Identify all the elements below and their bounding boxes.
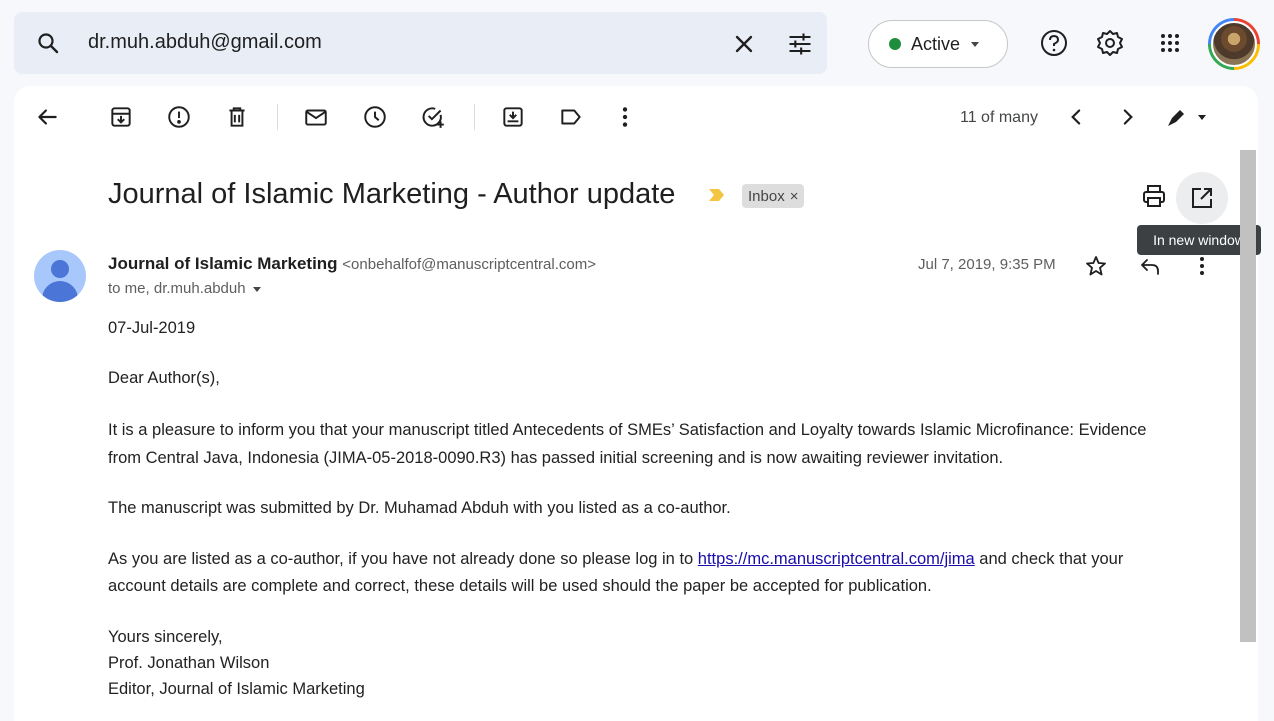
body-closing: Yours sincerely, bbox=[108, 628, 223, 646]
pager-count: 11 of many bbox=[960, 109, 1038, 126]
sender-avatar bbox=[34, 250, 86, 302]
more-vert-icon[interactable] bbox=[1190, 254, 1214, 278]
body-greeting: Dear Author(s), bbox=[108, 369, 220, 387]
move-to-icon[interactable] bbox=[500, 104, 526, 130]
scrollbar-thumb[interactable] bbox=[1240, 150, 1256, 642]
reply-icon[interactable] bbox=[1138, 254, 1162, 278]
body-signer-name: Prof. Jonathan Wilson bbox=[108, 654, 270, 672]
person-body bbox=[42, 281, 78, 302]
toolbar-divider bbox=[277, 104, 278, 130]
message-date: Jul 7, 2019, 9:35 PM bbox=[918, 256, 1056, 273]
more-vert-icon[interactable] bbox=[612, 104, 638, 130]
body-paragraph-3-line-1: As you are listed as a co-author, if you… bbox=[108, 545, 1228, 573]
person-head bbox=[51, 260, 69, 278]
apps-icon[interactable] bbox=[1155, 28, 1185, 58]
body-text-segment: As you are listed as a co-author, if you… bbox=[108, 550, 698, 568]
body-paragraph-1-line-1: It is a pleasure to inform you that your… bbox=[108, 421, 1147, 439]
recipients-text: to me, dr.muh.abduh bbox=[108, 280, 246, 297]
toolbar-divider bbox=[474, 104, 475, 130]
report-spam-icon[interactable] bbox=[166, 104, 192, 130]
archive-icon[interactable] bbox=[108, 104, 134, 130]
snooze-icon[interactable] bbox=[362, 104, 388, 130]
label-chip-text: Inbox bbox=[748, 187, 785, 205]
search-icon[interactable] bbox=[36, 31, 60, 55]
help-icon[interactable] bbox=[1039, 28, 1069, 58]
body-paragraph-2: The manuscript was submitted by Dr. Muha… bbox=[108, 499, 731, 517]
chevron-down-icon[interactable] bbox=[252, 284, 262, 294]
sender-line: Journal of Islamic Marketing <onbehalfof… bbox=[108, 254, 596, 274]
delete-icon[interactable] bbox=[224, 104, 250, 130]
sender-name: Journal of Islamic Marketing bbox=[108, 254, 338, 273]
search-input[interactable]: dr.muh.abduh@gmail.com bbox=[88, 31, 322, 54]
settings-icon[interactable] bbox=[1095, 28, 1125, 58]
account-avatar[interactable] bbox=[1208, 18, 1260, 70]
star-icon[interactable] bbox=[1084, 254, 1108, 278]
mark-unread-icon[interactable] bbox=[303, 104, 329, 130]
add-to-tasks-icon[interactable] bbox=[420, 104, 446, 130]
body-paragraph-1-line-2: from Central Java, Indonesia (JIMA-05-20… bbox=[108, 449, 1004, 467]
open-in-new-icon bbox=[1192, 188, 1212, 208]
body-signer-title: Editor, Journal of Islamic Marketing bbox=[108, 680, 365, 698]
chevron-down-icon bbox=[971, 42, 980, 47]
close-icon[interactable] bbox=[730, 30, 758, 58]
chevron-right-icon[interactable] bbox=[1114, 104, 1140, 130]
manuscript-central-link[interactable]: https://mc.manuscriptcentral.com/jima bbox=[698, 550, 975, 568]
body-paragraph-3-line-2: account details are complete and correct… bbox=[108, 577, 932, 595]
search-bar[interactable]: dr.muh.abduh@gmail.com bbox=[14, 12, 827, 74]
status-dropdown[interactable]: Active bbox=[868, 20, 1008, 68]
label-icon[interactable] bbox=[558, 104, 584, 130]
body-text-segment: and check that your bbox=[974, 550, 1124, 568]
input-tools-icon[interactable] bbox=[1164, 104, 1210, 130]
message-subject: Journal of Islamic Marketing - Author up… bbox=[108, 178, 676, 210]
chevron-left-icon[interactable] bbox=[1064, 104, 1090, 130]
back-arrow-icon[interactable] bbox=[34, 104, 60, 130]
tune-icon[interactable] bbox=[786, 30, 814, 58]
sender-email: <onbehalfof@manuscriptcentral.com> bbox=[342, 256, 596, 273]
status-label: Active bbox=[911, 33, 961, 54]
body-date-line: 07-Jul-2019 bbox=[108, 319, 196, 337]
open-in-new-window-button[interactable] bbox=[1176, 172, 1228, 224]
remove-label-button[interactable]: × bbox=[790, 188, 799, 205]
avatar-photo bbox=[1211, 21, 1257, 67]
status-dot bbox=[889, 38, 901, 50]
importance-marker-icon[interactable] bbox=[707, 187, 725, 203]
print-icon[interactable] bbox=[1140, 182, 1168, 210]
recipients-line[interactable]: to me, dr.muh.abduh bbox=[108, 280, 262, 297]
label-chip-inbox[interactable]: Inbox × bbox=[742, 184, 805, 208]
